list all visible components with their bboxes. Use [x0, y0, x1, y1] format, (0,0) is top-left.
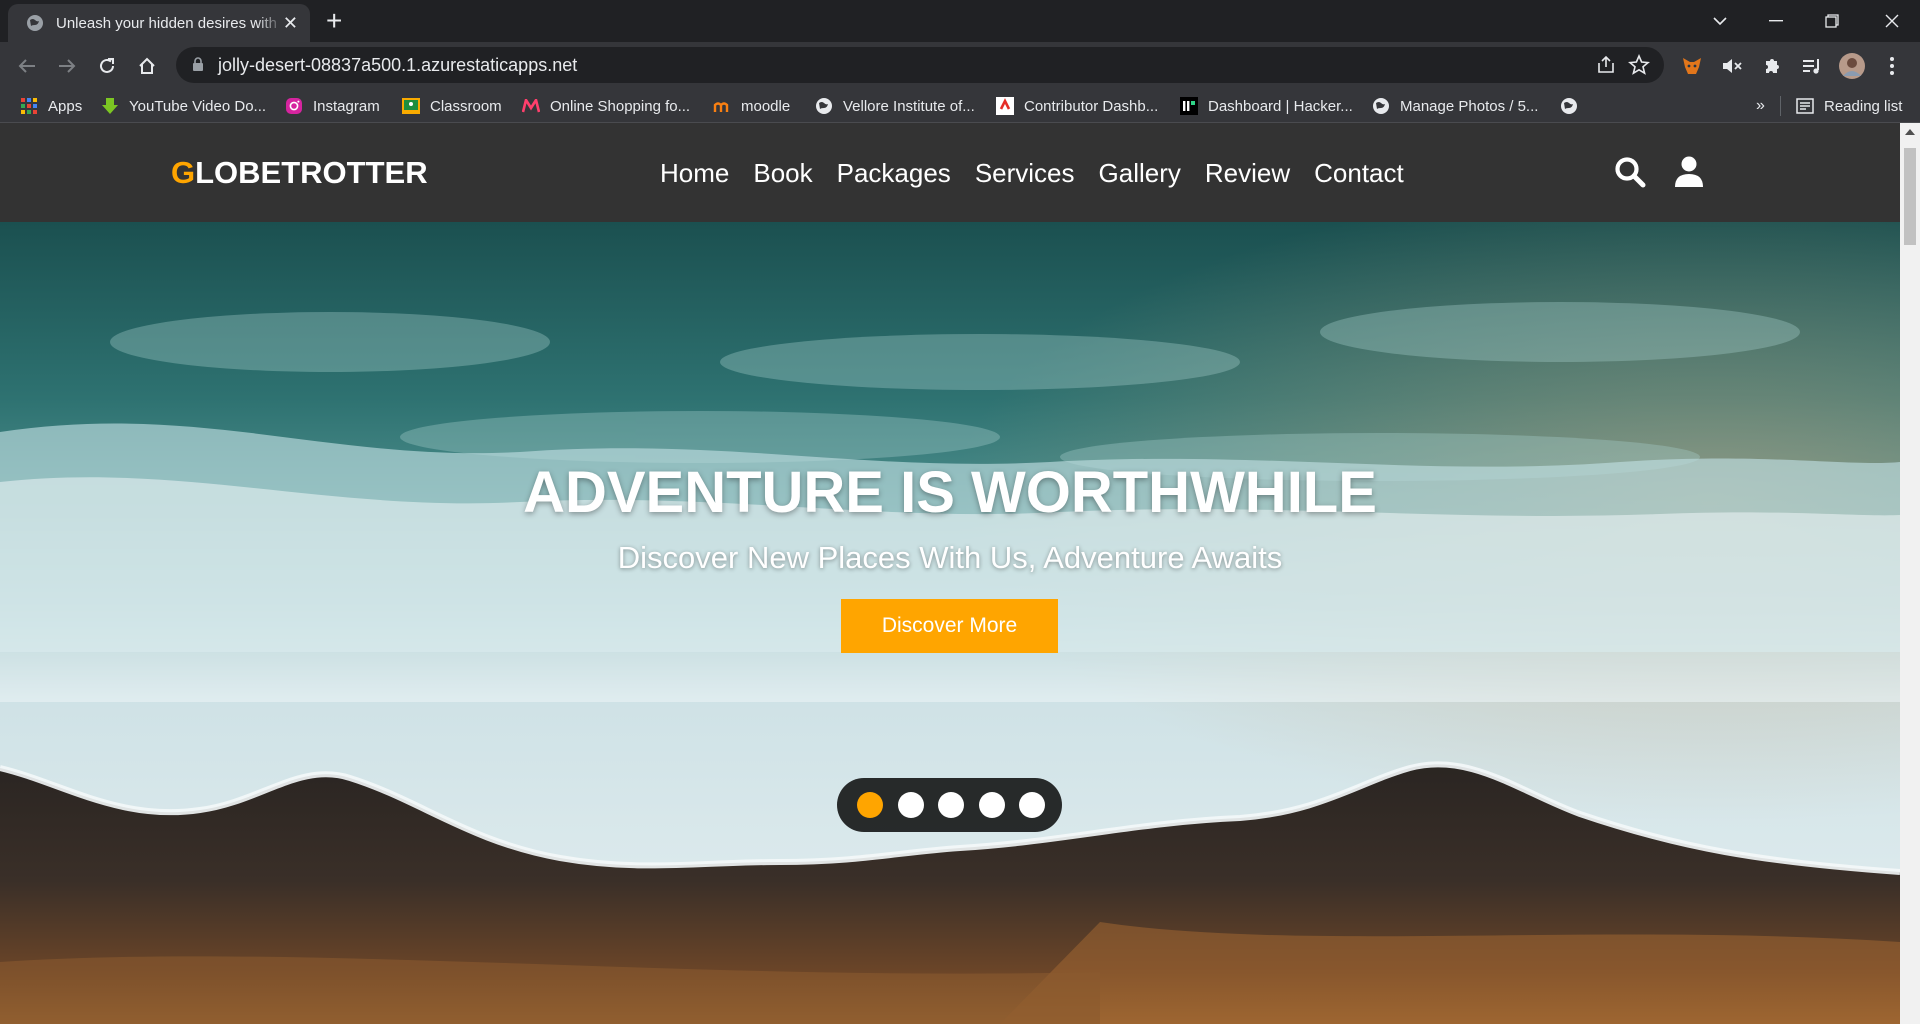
- slider-pagination: [837, 778, 1062, 832]
- back-icon[interactable]: [13, 52, 41, 80]
- bookmarks-bar: Apps YouTube Video Do... Instagram Class…: [0, 89, 1920, 123]
- tab-title: Unleash your hidden desires with: [56, 14, 277, 32]
- myntra-icon: [522, 97, 540, 115]
- hackerearth-icon: [1180, 97, 1198, 115]
- slider-dot-2[interactable]: [898, 792, 924, 818]
- globe-icon: [1560, 97, 1578, 115]
- slider-dot-4[interactable]: [979, 792, 1005, 818]
- address-bar[interactable]: jolly-desert-08837a500.1.azurestaticapps…: [176, 47, 1664, 83]
- bookmark-label: Manage Photos / 5...: [1400, 97, 1539, 115]
- nav-review[interactable]: Review: [1205, 158, 1290, 189]
- discover-more-button[interactable]: Discover More: [841, 599, 1058, 653]
- hero-slider: ADVENTURE IS WORTHWHILE Discover New Pla…: [0, 222, 1900, 1024]
- globe-icon: [27, 15, 43, 31]
- download-arrow-icon: [101, 97, 119, 115]
- bookmarks-separator: [1780, 96, 1781, 116]
- hero-title: ADVENTURE IS WORTHWHILE: [523, 460, 1377, 525]
- main-nav: Home Book Packages Services Gallery Revi…: [660, 158, 1404, 189]
- bookmark-manage-photos[interactable]: Manage Photos / 5...: [1372, 95, 1538, 117]
- bookmark-moodle[interactable]: moodle: [713, 95, 790, 117]
- nav-contact[interactable]: Contact: [1314, 158, 1404, 189]
- close-window-icon[interactable]: [1864, 0, 1920, 42]
- logo-first-letter: G: [171, 155, 196, 190]
- new-tab-icon[interactable]: +: [326, 6, 342, 36]
- logo-rest: LOBETROTTER: [195, 155, 428, 190]
- tab-strip: Unleash your hidden desires with ✕ +: [0, 0, 1920, 42]
- share-icon[interactable]: [1596, 55, 1616, 75]
- bookmark-youtube-downloader[interactable]: YouTube Video Do...: [101, 95, 266, 117]
- bookmark-label: Vellore Institute of...: [843, 97, 975, 115]
- bookmark-label: Contributor Dashb...: [1024, 97, 1159, 115]
- bookmark-label: Instagram: [313, 97, 380, 115]
- bookmark-hackerearth[interactable]: Dashboard | Hacker...: [1180, 95, 1353, 117]
- mute-icon[interactable]: [1718, 52, 1746, 80]
- bookmark-label: Online Shopping fo...: [550, 97, 691, 115]
- bookmark-contributor[interactable]: Contributor Dashb...: [996, 95, 1158, 117]
- contributor-icon: [996, 97, 1014, 115]
- browser-toolbar: jolly-desert-08837a500.1.azurestaticapps…: [0, 42, 1920, 89]
- tab-search-icon[interactable]: [1692, 0, 1748, 42]
- tab-close-icon[interactable]: ✕: [283, 13, 298, 33]
- bookmarks-overflow-icon[interactable]: »: [1756, 95, 1765, 117]
- hero-subtitle: Discover New Places With Us, Adventure A…: [617, 540, 1283, 575]
- page-scrollbar[interactable]: [1900, 123, 1920, 1024]
- menu-kebab-icon[interactable]: [1878, 52, 1906, 80]
- globe-icon: [1372, 97, 1390, 115]
- bookmark-label: Classroom: [430, 97, 502, 115]
- media-control-icon[interactable]: [1798, 52, 1826, 80]
- nav-services[interactable]: Services: [975, 158, 1075, 189]
- nav-gallery[interactable]: Gallery: [1099, 158, 1181, 189]
- nav-home[interactable]: Home: [660, 158, 729, 189]
- bookmark-unnamed[interactable]: [1560, 95, 1588, 117]
- url-text: jolly-desert-08837a500.1.azurestaticapps…: [218, 55, 578, 75]
- bookmark-online-shopping[interactable]: Online Shopping fo...: [522, 95, 690, 117]
- globe-icon: [815, 97, 833, 115]
- bookmark-classroom[interactable]: Classroom: [402, 95, 502, 117]
- bookmark-label: Dashboard | Hacker...: [1208, 97, 1353, 115]
- logo[interactable]: GLOBETROTTER: [171, 155, 428, 191]
- bookmark-label: moodle: [741, 97, 791, 115]
- slider-dot-1[interactable]: [857, 792, 883, 818]
- browser-tab[interactable]: Unleash your hidden desires with ✕: [8, 4, 310, 42]
- classroom-icon: [402, 97, 420, 115]
- minimize-icon[interactable]: [1748, 0, 1804, 42]
- reload-icon[interactable]: [93, 52, 121, 80]
- reading-list-icon: [1796, 97, 1814, 115]
- reading-list-button[interactable]: Reading list: [1796, 95, 1902, 117]
- scroll-up-icon[interactable]: [1905, 129, 1915, 135]
- slider-dot-5[interactable]: [1019, 792, 1045, 818]
- website-viewport: GLOBETROTTER Home Book Packages Services…: [0, 123, 1900, 1024]
- forward-icon[interactable]: [53, 52, 81, 80]
- search-icon[interactable]: [1614, 156, 1646, 188]
- nav-book[interactable]: Book: [753, 158, 812, 189]
- nav-packages[interactable]: Packages: [837, 158, 951, 189]
- extensions-icon[interactable]: [1758, 52, 1786, 80]
- apps-grid-icon: [20, 97, 38, 115]
- user-icon[interactable]: [1675, 156, 1703, 188]
- bookmark-label: YouTube Video Do...: [129, 97, 267, 115]
- reading-list-label: Reading list: [1824, 97, 1903, 115]
- bookmark-label: Apps: [48, 97, 83, 115]
- site-header: GLOBETROTTER Home Book Packages Services…: [0, 123, 1900, 222]
- instagram-icon: [285, 97, 303, 115]
- moodle-icon: [713, 97, 731, 115]
- bookmark-star-icon[interactable]: [1628, 54, 1650, 76]
- bookmark-vellore[interactable]: Vellore Institute of...: [815, 95, 975, 117]
- home-icon[interactable]: [133, 52, 161, 80]
- lock-icon: [193, 57, 203, 71]
- avatar[interactable]: [1838, 52, 1866, 80]
- metamask-icon[interactable]: [1678, 52, 1706, 80]
- restore-icon[interactable]: [1804, 0, 1860, 42]
- slider-dot-3[interactable]: [938, 792, 964, 818]
- bookmark-apps[interactable]: Apps: [20, 95, 82, 117]
- scrollbar-thumb[interactable]: [1904, 148, 1916, 245]
- bookmark-instagram[interactable]: Instagram: [285, 95, 380, 117]
